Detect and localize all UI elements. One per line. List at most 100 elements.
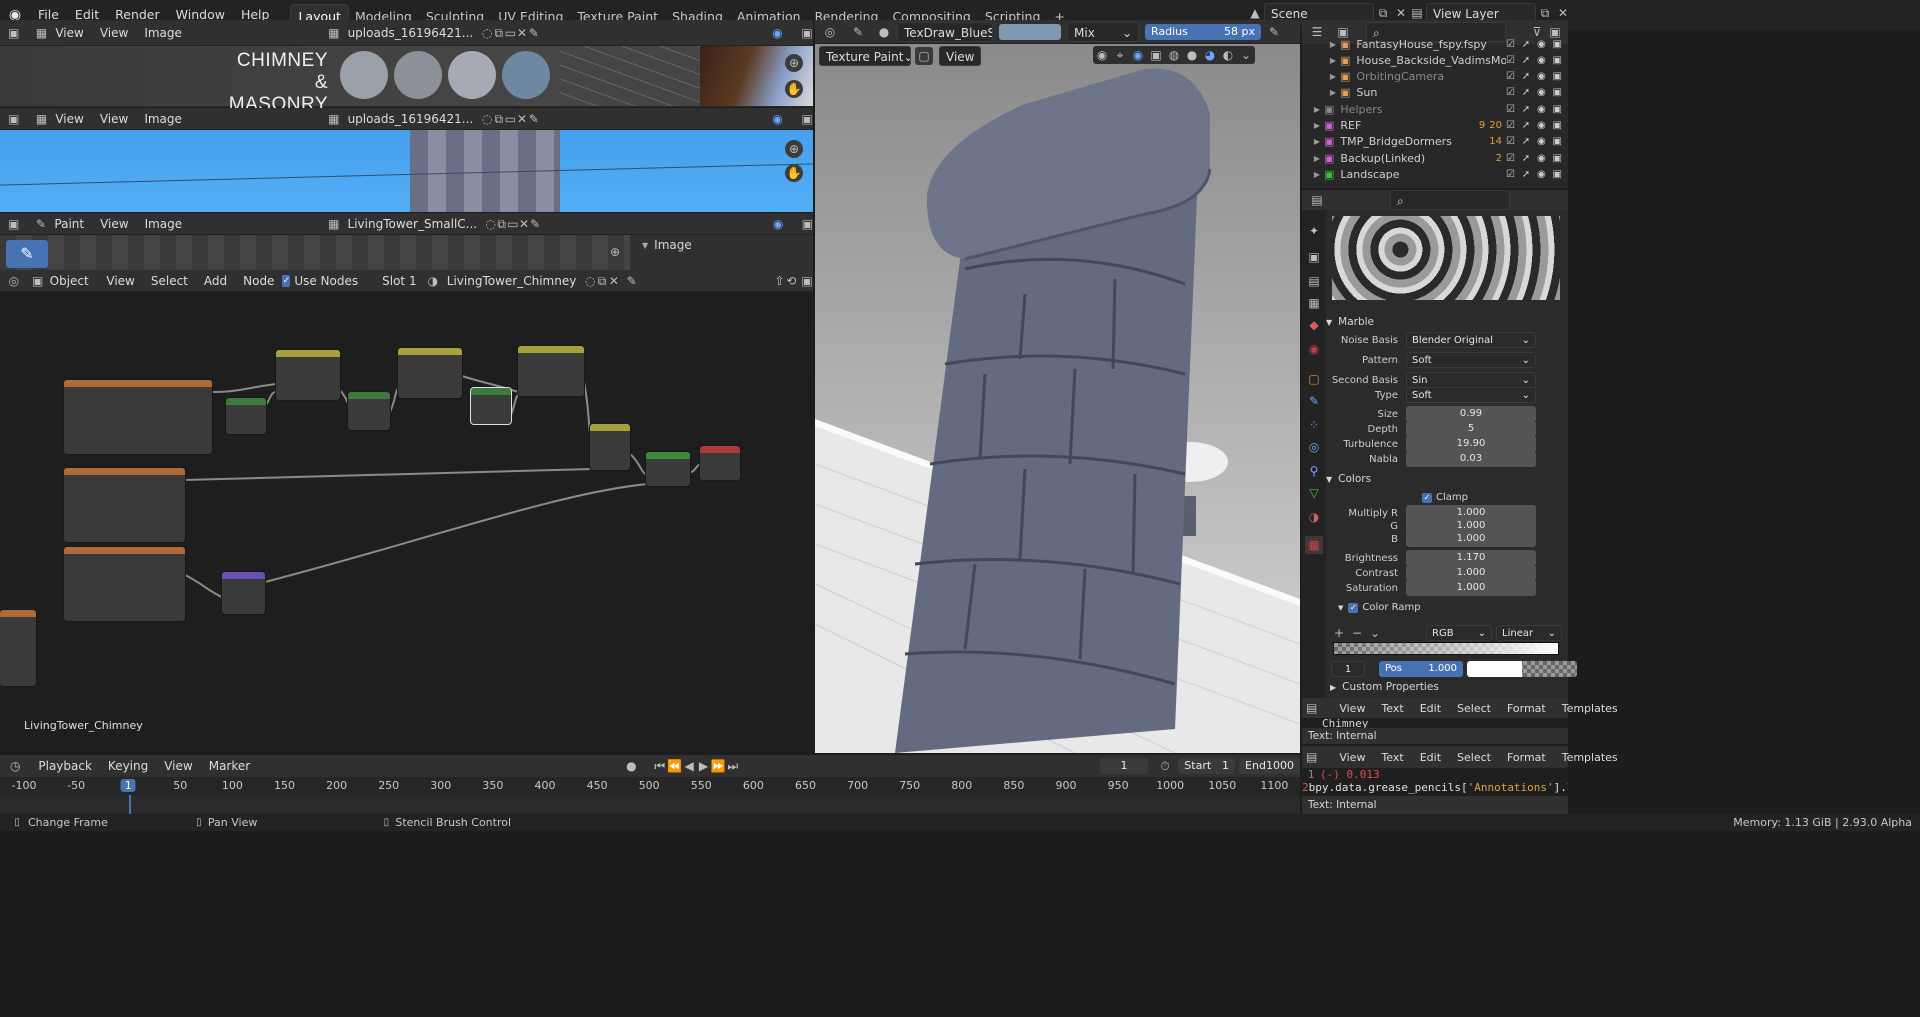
text-line[interactable]: Chimney — [1302, 718, 1568, 728]
select-menu[interactable]: Select — [1449, 751, 1499, 764]
overlay-icon[interactable]: ◉ — [772, 24, 784, 42]
view-menu[interactable]: View — [1331, 702, 1373, 715]
view-layer-tab-icon[interactable]: ▦ — [1305, 294, 1323, 312]
copy-icon[interactable]: ⧉ — [493, 110, 505, 128]
image-name-field[interactable]: uploads_16196421... — [340, 26, 482, 40]
outliner-item[interactable]: ▶ ▣ Sun ☑ ➚ ◉ ▣ — [1304, 85, 1568, 101]
gizmo-icon[interactable]: ⌖ — [1111, 46, 1129, 64]
outliner-item[interactable]: ▶ ▣ OrbitingCamera ☑ ➚ ◉ ▣ — [1304, 69, 1568, 85]
end-frame-field[interactable]: End 1000 — [1239, 758, 1300, 774]
stopwatch-icon[interactable]: ⏱ — [1158, 757, 1172, 775]
view-menu[interactable]: View — [98, 274, 142, 288]
editor-type-icon[interactable]: ◎ — [821, 23, 839, 41]
principled-bsdf-node[interactable] — [646, 452, 690, 486]
image-browse-icon[interactable]: ▦ — [328, 24, 340, 42]
size-field[interactable]: 0.99 — [1406, 406, 1536, 422]
image-name-field[interactable]: LivingTower_SmallC... — [340, 217, 486, 231]
ramp-stop-index[interactable]: 1 — [1331, 661, 1365, 677]
eye-icon[interactable]: ◉ — [1537, 87, 1546, 98]
blend-mode-dropdown[interactable]: Mix ⌄ — [1067, 21, 1139, 42]
outliner-item[interactable]: ▶ ▣ Landscape ☑ ➚ ◉ ▣ — [1304, 166, 1568, 182]
object-icon[interactable]: ▣ — [32, 272, 44, 290]
select-arrow-icon[interactable]: ➚ — [1522, 87, 1530, 98]
folder-icon[interactable]: ▭ — [505, 110, 517, 128]
data-tab-icon[interactable]: ▽ — [1305, 484, 1323, 502]
visibility-icon[interactable]: ◉ — [1093, 46, 1111, 64]
current-frame-field[interactable]: 1 — [1099, 758, 1148, 774]
editor-type-icon[interactable]: ▣ — [8, 215, 19, 233]
view-menu[interactable]: View — [92, 26, 136, 40]
zoom-icon[interactable]: ⊕ — [785, 54, 803, 72]
zoom-icon[interactable]: ⊕ — [606, 243, 624, 261]
prev-keyframe-icon[interactable]: ⏪ — [667, 757, 682, 775]
display-icon[interactable]: ▣ — [801, 272, 813, 290]
mix-rgb-node[interactable] — [590, 424, 630, 470]
clamp-checkbox[interactable]: ✓ Clamp — [1422, 492, 1468, 503]
image-icon[interactable]: ▦ — [36, 110, 48, 128]
wireframe-shading-icon[interactable]: ◍ — [1165, 46, 1183, 64]
use-nodes-checkbox[interactable]: Use Nodes — [290, 274, 366, 288]
text-menu[interactable]: Text — [1373, 702, 1411, 715]
image-browse-icon[interactable]: ▦ — [328, 215, 339, 233]
remove-stop-icon[interactable]: − — [1348, 624, 1366, 642]
saturation-field[interactable]: 1.000 — [1406, 580, 1536, 596]
select-arrow-icon[interactable]: ➚ — [1522, 169, 1530, 180]
shading-options-icon[interactable]: ⌄ — [1237, 46, 1255, 64]
outliner-item[interactable]: ▶ ▣ TMP_BridgeDormers 14 ☑ ➚ ◉ ▣ — [1304, 134, 1568, 150]
image-texture-node[interactable] — [64, 468, 185, 542]
image-canvas[interactable]: ✎ ⊕ — [0, 235, 630, 270]
code-line-2[interactable]: 2 bpy.data.grease_pencils['Annotations']… — [1302, 781, 1568, 794]
normal-map-node[interactable] — [222, 572, 265, 614]
camera-icon[interactable]: ▣ — [1553, 169, 1562, 180]
material-output-node[interactable] — [700, 446, 740, 480]
checkbox-icon[interactable]: ✓ — [282, 274, 291, 287]
add-menu[interactable]: Add — [196, 274, 235, 288]
material-shading-icon[interactable]: ◕ — [1201, 46, 1219, 64]
brightness-field[interactable]: 1.170 — [1406, 550, 1536, 566]
pin-icon[interactable]: ✎ — [528, 110, 540, 128]
zoom-icon[interactable]: ⊕ — [785, 140, 803, 158]
expand-icon[interactable]: ▶ — [1304, 137, 1324, 146]
editor-type-icon[interactable]: ▣ — [8, 24, 20, 42]
image-name-field[interactable]: uploads_16196421... — [340, 112, 482, 126]
select-arrow-icon[interactable]: ➚ — [1522, 71, 1530, 82]
viewport-canvas[interactable]: Texture Paint⌄ ▢ View ◉ ⌖ ◉ ▣ ◍ ● ◕ ◐ ⌄ — [815, 44, 1300, 753]
brush-tool-icon[interactable]: ✎ — [849, 23, 867, 41]
shader-type-dropdown[interactable]: Object — [44, 271, 93, 291]
exclude-checkbox-icon[interactable]: ☑ — [1506, 120, 1515, 131]
edit-menu[interactable]: Edit — [1412, 751, 1449, 764]
brush-color-swatch[interactable] — [999, 23, 1061, 40]
exclude-checkbox-icon[interactable]: ☑ — [1506, 153, 1515, 164]
outliner-item[interactable]: ▶ ▣ Helpers ☑ ➚ ◉ ▣ — [1304, 101, 1568, 117]
mix-rgb-node[interactable] — [276, 350, 340, 400]
shield-icon[interactable]: ◌ — [481, 24, 493, 42]
editor-type-icon[interactable]: ◎ — [8, 272, 20, 290]
solid-shading-icon[interactable]: ● — [1183, 46, 1201, 64]
draw-tool-button[interactable]: ✎ — [6, 240, 48, 268]
snap-icon[interactable]: ⟲ — [785, 272, 797, 290]
editor-type-icon[interactable]: ▤ — [1306, 748, 1317, 766]
mapping-node[interactable] — [226, 398, 266, 434]
templates-menu[interactable]: Templates — [1554, 751, 1626, 764]
format-menu[interactable]: Format — [1499, 702, 1554, 715]
exclude-checkbox-icon[interactable]: ☑ — [1506, 169, 1515, 180]
jump-start-icon[interactable]: ⏮ — [653, 757, 667, 775]
display-icon[interactable]: ▣ — [801, 24, 813, 42]
overlay-icon[interactable]: ◉ — [1129, 46, 1147, 64]
image-texture-node[interactable] — [64, 380, 212, 454]
exclude-checkbox-icon[interactable]: ☑ — [1506, 39, 1515, 50]
b-field[interactable]: 1.000 — [1406, 531, 1536, 547]
mode-menu[interactable]: Paint — [46, 217, 92, 231]
selected-node[interactable] — [471, 388, 511, 424]
image-canvas[interactable]: ⊕ ✋ — [0, 130, 813, 212]
expand-icon[interactable]: ▶ — [1304, 170, 1324, 179]
editor-type-icon[interactable]: ◷ — [8, 757, 22, 775]
color-ramp-bar[interactable] — [1333, 642, 1559, 655]
tool-tab-icon[interactable]: ✦ — [1305, 222, 1323, 240]
eye-icon[interactable]: ◉ — [1537, 120, 1546, 131]
outliner-item[interactable]: ▶▣House_Backside_VadimsModel☑➚◉▣ — [1304, 52, 1568, 68]
camera-icon[interactable]: ▣ — [1553, 55, 1562, 66]
playhead[interactable] — [129, 795, 131, 814]
eye-icon[interactable]: ◉ — [1537, 104, 1546, 115]
image-texture-node[interactable] — [0, 610, 36, 686]
